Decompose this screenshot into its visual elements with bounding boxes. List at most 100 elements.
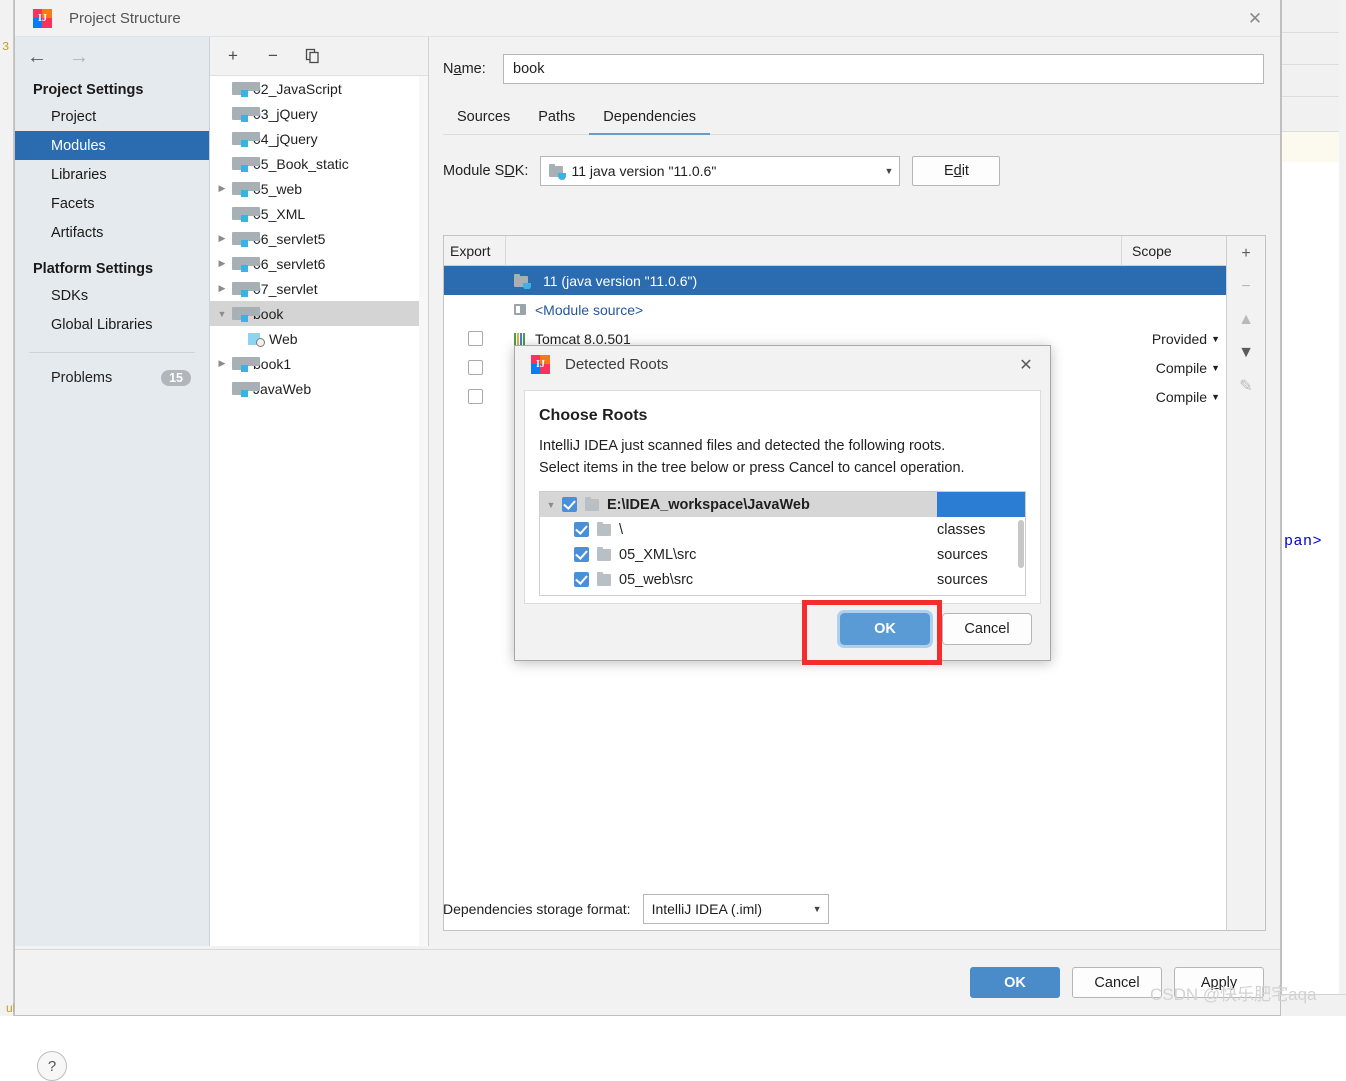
sidebar-group-platform-settings: Platform Settings [15, 247, 209, 281]
tab-sources[interactable]: Sources [443, 109, 524, 134]
forward-arrow-icon[interactable]: → [69, 47, 89, 67]
module-name-row: Name: book [429, 37, 1280, 84]
help-button[interactable]: ? [37, 1051, 67, 1081]
module-tree-label: 06_servlet5 [253, 231, 325, 247]
module-folder-icon [232, 157, 248, 171]
module-tree-row[interactable]: 05_Book_static [210, 151, 428, 176]
scope-cell[interactable]: Provided ▼ [1122, 331, 1226, 347]
sidebar-item-modules[interactable]: Modules [15, 131, 209, 160]
sidebar-item-sdks[interactable]: SDKs [15, 281, 209, 310]
module-tree-row[interactable]: ▶06_servlet6 [210, 251, 428, 276]
sidebar-item-facets[interactable]: Facets [15, 189, 209, 218]
detected-root-row[interactable]: 06_servlet5\srcsources [540, 592, 1025, 596]
copy-module-icon[interactable] [304, 47, 322, 65]
sidebar-item-project[interactable]: Project [15, 102, 209, 131]
module-tree-row[interactable]: JavaWeb [210, 376, 428, 401]
module-source-icon [514, 303, 528, 317]
module-tree-row[interactable]: 03_jQuery [210, 101, 428, 126]
detected-roots-cancel-button[interactable]: Cancel [942, 613, 1032, 645]
module-tree-row[interactable]: 05_XML [210, 201, 428, 226]
module-folder-icon [232, 382, 248, 396]
chevron-down-icon[interactable]: ▼ [1211, 363, 1220, 373]
ok-button[interactable]: OK [970, 967, 1060, 998]
chevron-down-icon[interactable]: ▼ [540, 500, 562, 510]
edit-dependency-button[interactable]: ✎ [1233, 374, 1259, 398]
sidebar-item-artifacts[interactable]: Artifacts [15, 218, 209, 247]
root-checkbox[interactable] [574, 572, 589, 587]
detected-roots-tree: ▼E:\IDEA_workspace\JavaWeb\classes05_XML… [539, 491, 1026, 596]
scope-cell[interactable]: Compile▼ [1122, 360, 1226, 376]
storage-format-dropdown[interactable]: IntelliJ IDEA (.iml) ▼ [643, 894, 829, 924]
add-dependency-button[interactable]: + [1233, 242, 1259, 266]
detected-root-row[interactable]: 05_XML\srcsources [540, 542, 1025, 567]
back-arrow-icon[interactable]: ← [27, 47, 47, 67]
chevron-right-icon[interactable]: ▶ [214, 258, 230, 269]
tab-dependencies[interactable]: Dependencies [589, 109, 710, 134]
storage-format-value: IntelliJ IDEA (.iml) [652, 901, 762, 917]
export-checkbox[interactable] [468, 389, 483, 404]
close-icon[interactable]: ✕ [1016, 355, 1036, 375]
module-tree-row[interactable]: 04_jQuery [210, 126, 428, 151]
chevron-right-icon[interactable]: ▶ [214, 283, 230, 294]
chevron-right-icon[interactable]: ▶ [214, 358, 230, 369]
module-folder-icon [232, 132, 248, 146]
root-checkbox[interactable] [562, 497, 577, 512]
module-tree-row[interactable]: ▶05_web [210, 176, 428, 201]
move-up-button[interactable]: ▲ [1233, 308, 1259, 332]
detected-roots-tree-scrollbar[interactable] [1018, 520, 1024, 568]
remove-dependency-button[interactable]: − [1233, 275, 1259, 299]
root-checkbox[interactable] [574, 522, 589, 537]
remove-module-button[interactable]: − [264, 47, 282, 65]
detected-roots-ok-button[interactable]: OK [840, 613, 930, 645]
sidebar-item-problems[interactable]: Problems 15 [15, 363, 209, 393]
scope-value: Provided [1152, 331, 1207, 347]
chevron-down-icon[interactable]: ▼ [1211, 334, 1220, 344]
module-sdk-dropdown[interactable]: 11 java version "11.0.6" ▼ [540, 156, 900, 186]
move-down-button[interactable]: ▼ [1233, 341, 1259, 365]
folder-icon [597, 524, 611, 536]
export-checkbox[interactable] [468, 360, 483, 375]
cancel-button[interactable]: Cancel [1072, 967, 1162, 998]
sidebar-group-project-settings: Project Settings [15, 76, 209, 102]
module-tree-row[interactable]: 02_JavaScript [210, 76, 428, 101]
module-tree-row[interactable]: ▼book [210, 301, 428, 326]
dependency-row[interactable]: 11 (java version "11.0.6") [444, 266, 1226, 295]
edit-sdk-button[interactable]: Edit [912, 156, 1000, 186]
chevron-down-icon[interactable]: ▼ [1211, 392, 1220, 402]
export-cell[interactable] [444, 360, 506, 375]
scope-cell[interactable]: Compile▼ [1122, 389, 1226, 405]
chevron-right-icon[interactable]: ▶ [214, 233, 230, 244]
module-tree-label: Web [269, 331, 298, 347]
module-toolbar: + − [210, 37, 428, 76]
module-tree-row[interactable]: ▶ 06_servlet5 [210, 226, 428, 251]
detected-root-row[interactable]: \classes [540, 517, 1025, 542]
detected-root-row[interactable]: 05_web\srcsources [540, 567, 1025, 592]
export-checkbox[interactable] [468, 331, 483, 346]
column-header-scope[interactable]: Scope [1122, 236, 1226, 265]
sidebar-item-libraries[interactable]: Libraries [15, 160, 209, 189]
detected-root-row[interactable]: ▼E:\IDEA_workspace\JavaWeb [540, 492, 1025, 517]
root-checkbox[interactable] [574, 547, 589, 562]
export-cell[interactable] [444, 331, 506, 346]
sidebar-item-problems-label: Problems [51, 370, 112, 386]
close-icon[interactable]: ✕ [1240, 6, 1270, 32]
dependency-row[interactable]: <Module source> [444, 295, 1226, 324]
root-path-label: 05_XML\src [619, 547, 937, 563]
chevron-right-icon[interactable]: ▶ [214, 183, 230, 194]
column-header-export[interactable]: Export [444, 236, 506, 265]
module-tree-row[interactable]: ▶book1 [210, 351, 428, 376]
tab-paths[interactable]: Paths [524, 109, 589, 134]
choose-roots-description-line1: IntelliJ IDEA just scanned files and det… [539, 435, 1026, 457]
module-tree-row[interactable]: ▶07_servlet [210, 276, 428, 301]
add-module-button[interactable]: + [224, 47, 242, 65]
column-header-name[interactable] [506, 236, 1122, 265]
module-tree-row[interactable]: Web [210, 326, 428, 351]
module-name-label: Name: [443, 61, 503, 77]
module-name-input[interactable]: book [503, 54, 1264, 84]
sidebar-item-global-libraries[interactable]: Global Libraries [15, 310, 209, 339]
module-tree-scrollbar[interactable] [419, 76, 428, 946]
background-right-scrollbar[interactable] [1339, 0, 1346, 1016]
sidebar-nav: ← → [15, 37, 209, 76]
export-cell[interactable] [444, 389, 506, 404]
chevron-down-icon[interactable]: ▼ [214, 309, 230, 319]
